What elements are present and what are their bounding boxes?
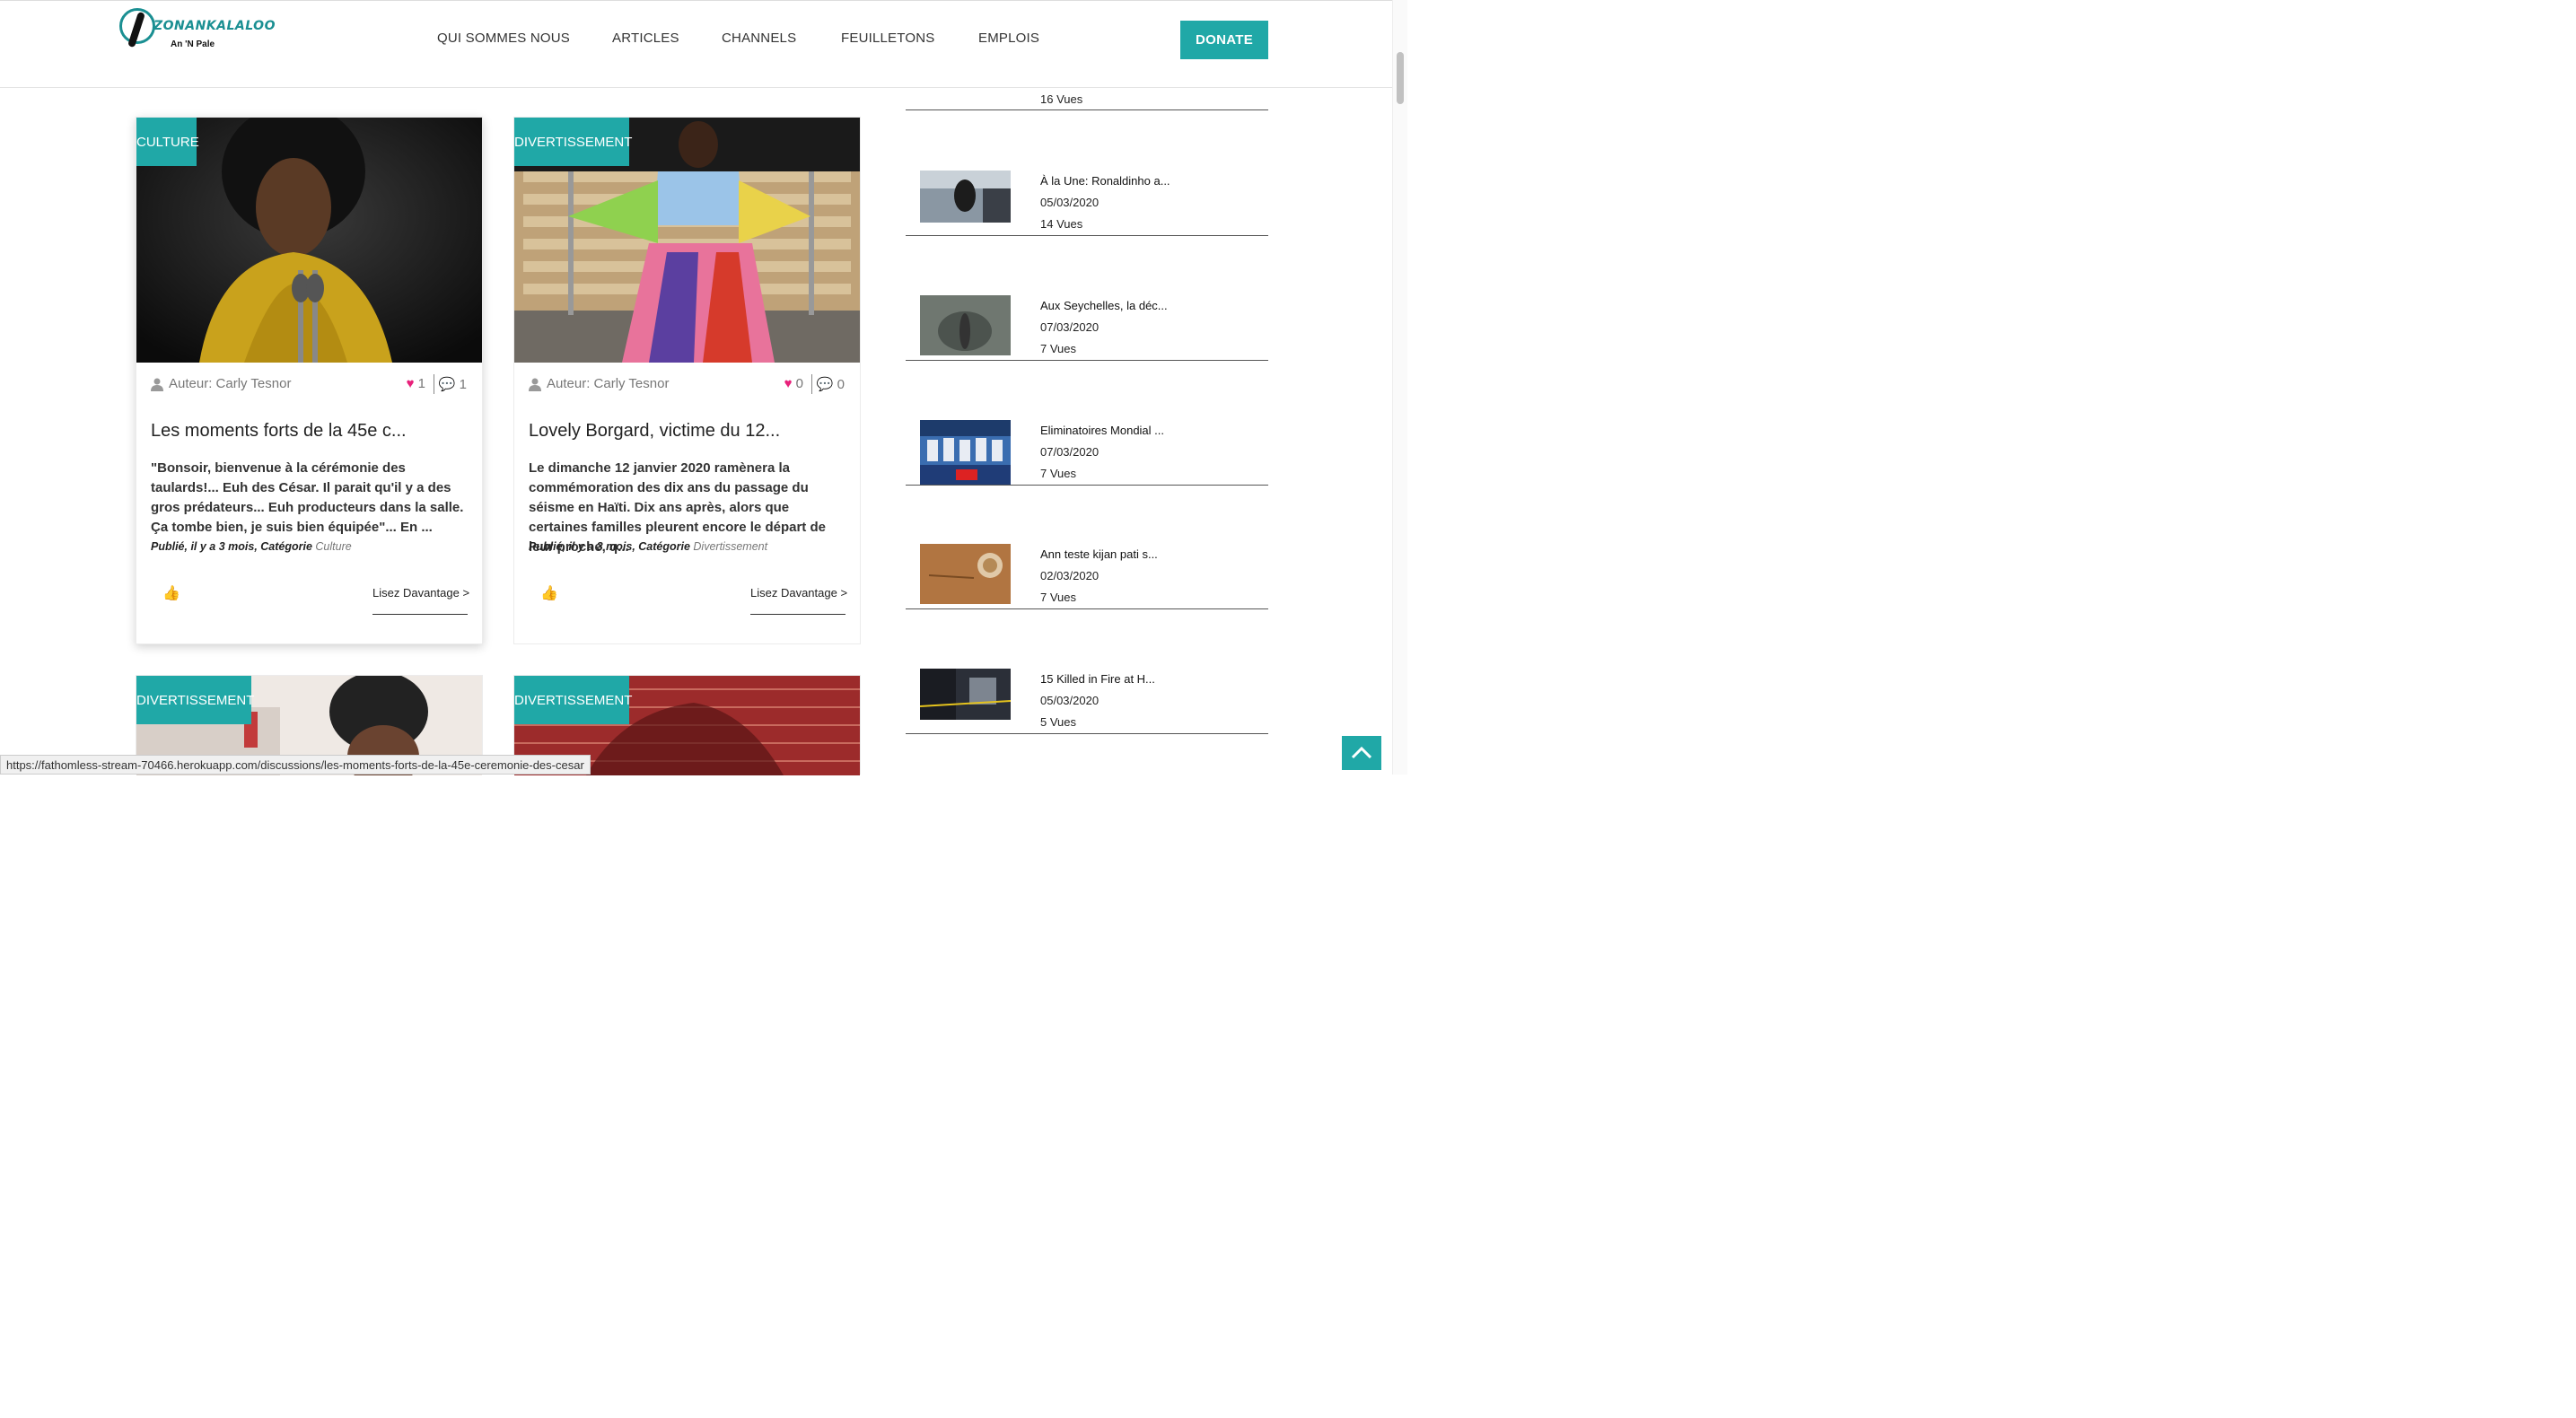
site-header: ZONANKALALOO An 'N Pale QUI SOMMES NOUS … bbox=[0, 0, 1393, 88]
sidebar-date: 02/03/2020 bbox=[1040, 569, 1100, 582]
article-title[interactable]: Lovely Borgard, victime du 12... bbox=[529, 421, 780, 442]
article-image[interactable]: DIVERTISSEMENT bbox=[514, 118, 860, 363]
heart-icon[interactable]: ♥ bbox=[784, 376, 793, 391]
article-image[interactable]: CULTURE bbox=[136, 118, 482, 363]
page-scrollbar[interactable] bbox=[1392, 0, 1407, 775]
scroll-thumb[interactable] bbox=[1397, 52, 1404, 104]
sidebar-views: 7 Vues bbox=[1040, 342, 1076, 355]
back-to-top-button[interactable] bbox=[1342, 736, 1381, 770]
heart-icon[interactable]: ♥ bbox=[407, 376, 415, 391]
sidebar-thumbnail[interactable] bbox=[920, 420, 1011, 485]
sidebar-date: 07/03/2020 bbox=[1040, 445, 1100, 459]
sidebar-date: 05/03/2020 bbox=[1040, 694, 1100, 707]
sidebar-views: 14 Vues bbox=[1040, 217, 1083, 231]
sidebar-title[interactable]: Eliminatoires Mondial ... bbox=[1040, 424, 1164, 437]
like-count[interactable]: ♥ 0 bbox=[784, 376, 803, 391]
author-name: Auteur: Carly Tesnor bbox=[169, 376, 292, 391]
nav-emplois[interactable]: EMPLOIS bbox=[978, 31, 1039, 46]
sidebar-thumbnail[interactable] bbox=[920, 295, 1011, 355]
article-card: CULTURE Auteur: Carly Tesnor ♥ 1 💬 1 Les… bbox=[136, 117, 483, 644]
article-meta: Auteur: Carly Tesnor ♥ 1 💬 1 bbox=[151, 374, 467, 394]
chevron-up-icon bbox=[1351, 746, 1372, 759]
sidebar-title[interactable]: Ann teste kijan pati s... bbox=[1040, 547, 1158, 561]
category-badge[interactable]: DIVERTISSEMENT bbox=[514, 118, 632, 166]
sidebar-views: 5 Vues bbox=[1040, 715, 1076, 729]
category-badge[interactable]: CULTURE bbox=[136, 118, 199, 166]
nav-articles[interactable]: ARTICLES bbox=[612, 31, 679, 46]
sidebar-date: 05/03/2020 bbox=[1040, 196, 1100, 209]
logo-tagline: An 'N Pale bbox=[171, 39, 215, 49]
article-published: Publié, il y a 3 mois, Catégorie Diverti… bbox=[529, 540, 768, 553]
user-icon bbox=[151, 378, 163, 391]
thumbs-up-icon[interactable]: 👍 bbox=[162, 584, 180, 602]
comment-icon: 💬 bbox=[816, 377, 834, 392]
article-published: Publié, il y a 3 mois, Catégorie Culture bbox=[151, 540, 352, 553]
article-meta: Auteur: Carly Tesnor ♥ 0 💬 0 bbox=[529, 374, 845, 394]
comment-icon: 💬 bbox=[438, 377, 456, 392]
link-status-bar: https://fathomless-stream-70466.herokuap… bbox=[0, 755, 591, 775]
sidebar-thumbnail[interactable] bbox=[920, 669, 1011, 720]
read-more-link[interactable]: Lisez Davantage > bbox=[372, 586, 469, 600]
article-title[interactable]: Les moments forts de la 45e c... bbox=[151, 421, 407, 442]
sidebar-views: 7 Vues bbox=[1040, 467, 1076, 480]
thumbs-up-icon[interactable]: 👍 bbox=[540, 584, 558, 602]
logo-text: ZONANKALALOO bbox=[153, 19, 276, 33]
article-card: DIVERTISSEMENT Auteur: Carly Tesnor ♥ 0 … bbox=[513, 117, 861, 644]
sidebar-thumbnail[interactable] bbox=[920, 171, 1011, 223]
category-badge[interactable]: DIVERTISSEMENT bbox=[136, 676, 254, 724]
nav-feuilletons[interactable]: FEUILLETONS bbox=[841, 31, 934, 46]
nav-qui-sommes-nous[interactable]: QUI SOMMES NOUS bbox=[437, 31, 570, 46]
sidebar-views: 16 Vues bbox=[1040, 92, 1083, 106]
read-more-link[interactable]: Lisez Davantage > bbox=[750, 586, 847, 600]
sidebar-title[interactable]: 15 Killed in Fire at H... bbox=[1040, 672, 1155, 686]
sidebar-thumbnail[interactable] bbox=[920, 544, 1011, 604]
sidebar-date: 07/03/2020 bbox=[1040, 320, 1100, 334]
category-badge[interactable]: DIVERTISSEMENT bbox=[514, 676, 632, 724]
published-category[interactable]: Divertissement bbox=[693, 540, 767, 553]
like-count[interactable]: ♥ 1 bbox=[407, 376, 425, 391]
comment-count[interactable]: 💬 0 bbox=[817, 376, 845, 392]
user-icon bbox=[529, 378, 541, 391]
sidebar-title[interactable]: Aux Seychelles, la déc... bbox=[1040, 299, 1168, 312]
article-excerpt: "Bonsoir, bienvenue à la cérémonie des t… bbox=[151, 460, 464, 535]
published-category[interactable]: Culture bbox=[315, 540, 351, 553]
nav-channels[interactable]: CHANNELS bbox=[722, 31, 796, 46]
comment-count[interactable]: 💬 1 bbox=[439, 376, 467, 392]
author-name: Auteur: Carly Tesnor bbox=[547, 376, 670, 391]
site-logo[interactable]: ZONANKALALOO An 'N Pale bbox=[119, 8, 276, 55]
sidebar-views: 7 Vues bbox=[1040, 591, 1076, 604]
sidebar-title[interactable]: À la Une: Ronaldinho a... bbox=[1040, 174, 1170, 188]
donate-button[interactable]: DONATE bbox=[1180, 21, 1268, 59]
